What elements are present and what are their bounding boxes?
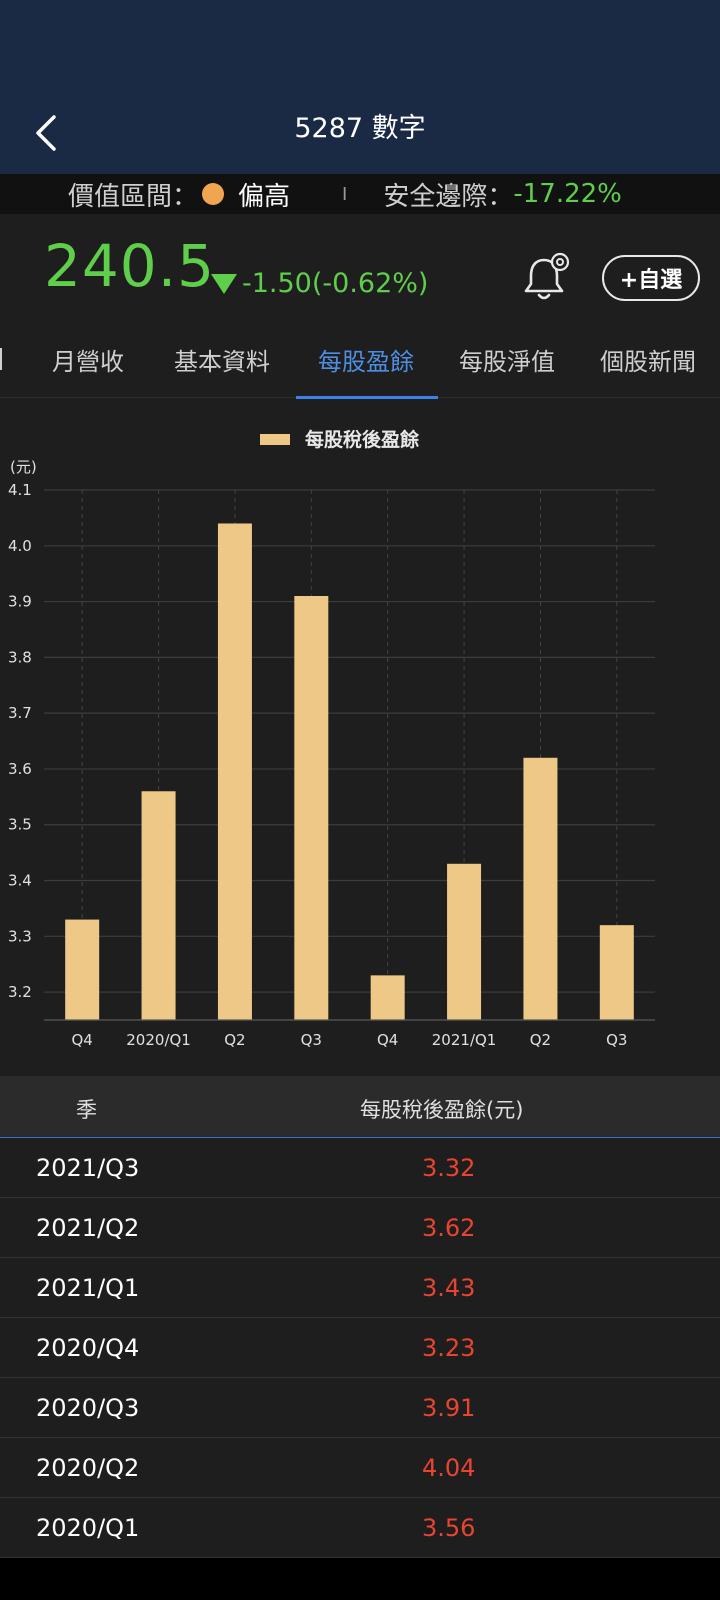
value-range-label: 價值區間：: [68, 181, 199, 212]
table-header: 季 每股稅後盈餘(元): [0, 1076, 720, 1138]
legend-label: 每股稅後盈餘: [305, 428, 420, 451]
y-axis-unit-label: (元): [10, 458, 37, 476]
cell-eps: 3.43: [422, 1274, 476, 1302]
cell-season: 2020/Q4: [36, 1334, 140, 1362]
x-tick-label: Q3: [301, 1031, 322, 1049]
back-button[interactable]: [22, 108, 72, 158]
tab-bar: 月營收 基本資料 每股盈餘 每股淨值 個股新聞: [0, 312, 720, 399]
column-header-season: 季: [76, 1098, 97, 1122]
nav-header: 5287 數字: [0, 100, 720, 174]
eps-chart: 每股稅後盈餘 (元) 4.1 4.0 3.9 3.8 3.7 3.6 3.5 3.4 3.3 3.…: [0, 400, 720, 1076]
y-tick-label: 3.6: [8, 760, 32, 778]
value-level-dot-icon: [202, 183, 225, 205]
bar: [370, 975, 405, 1020]
bar: [599, 925, 634, 1020]
safety-margin-label: 安全邊際：: [383, 181, 514, 212]
eps-bar-chart: 每股稅後盈餘 (元) 4.1 4.0 3.9 3.8 3.7 3.6 3.5 3.4 3.3 3.…: [8, 428, 655, 1049]
y-tick-label: 3.7: [8, 704, 32, 722]
cell-season: 2020/Q2: [36, 1454, 140, 1482]
cell-season: 2020/Q1: [36, 1514, 140, 1542]
value-strip: 價值區間： 偏高 I 安全邊際： -17.22%: [0, 174, 720, 214]
bar: [447, 863, 482, 1020]
cell-eps: 3.32: [422, 1154, 476, 1182]
table-row: 2021/Q2 3.62: [0, 1198, 720, 1258]
tab-eps[interactable]: 每股盈餘: [318, 342, 414, 377]
bar: [65, 919, 100, 1020]
strip-divider: I: [342, 183, 348, 205]
tab-basic-info[interactable]: 基本資料: [174, 342, 270, 377]
chart-plot: 4.1 4.0 3.9 3.8 3.7 3.6 3.5 3.4 3.3 3.2 Q4 2020/Q1 Q…: [8, 481, 655, 1049]
table-row: 2020/Q1 3.56: [0, 1498, 720, 1558]
x-tick-label: Q2: [530, 1031, 551, 1049]
x-tick-label: 2020/Q1: [126, 1031, 191, 1049]
cell-eps: 4.04: [422, 1454, 476, 1482]
status-bar: [0, 0, 720, 100]
bar: [217, 523, 252, 1020]
x-tick-label: Q3: [606, 1031, 627, 1049]
cell-season: 2021/Q3: [36, 1154, 140, 1182]
cell-eps: 3.91: [422, 1394, 476, 1422]
table-row: 2020/Q2 4.04: [0, 1438, 720, 1498]
table-row: 2021/Q1 3.43: [0, 1258, 720, 1318]
safety-margin-value: -17.22%: [513, 179, 622, 209]
tab-scroll-edge: [0, 348, 2, 370]
price-down-icon: [211, 274, 237, 294]
y-tick-label: 3.9: [8, 593, 32, 611]
bar: [141, 791, 176, 1020]
y-tick-label: 3.4: [8, 872, 32, 890]
table-row: 2020/Q3 3.91: [0, 1378, 720, 1438]
tab-monthly-revenue[interactable]: 月營收: [52, 342, 124, 377]
price-change: -1.50(-0.62%): [242, 268, 429, 299]
value-range-level: 偏高: [238, 181, 291, 212]
bar: [294, 596, 329, 1020]
back-arrow-icon: [36, 115, 56, 151]
table-row: 2020/Q4 3.23: [0, 1318, 720, 1378]
cell-eps: 3.23: [422, 1334, 476, 1362]
x-tick-label: Q4: [72, 1031, 93, 1049]
system-nav-bar: [0, 1558, 720, 1600]
cell-season: 2021/Q1: [36, 1274, 140, 1302]
x-tick-label: Q4: [377, 1031, 398, 1049]
alert-settings-button[interactable]: [520, 250, 576, 306]
column-header-eps: 每股稅後盈餘(元): [360, 1098, 524, 1122]
eps-table: 2021/Q3 3.32 2021/Q2 3.62 2021/Q1 3.43 2…: [0, 1138, 720, 1558]
table-row: 2021/Q3 3.32: [0, 1138, 720, 1198]
bar: [523, 757, 558, 1020]
stock-price: 240.5: [44, 232, 216, 300]
y-tick-label: 4.1: [8, 481, 32, 499]
y-tick-label: 3.8: [8, 648, 32, 666]
tab-stock-news[interactable]: 個股新聞: [600, 342, 696, 377]
y-tick-label: 3.2: [8, 983, 32, 1001]
active-tab-indicator: [296, 396, 438, 399]
y-tick-label: 3.3: [8, 927, 32, 945]
quote-area: 240.5 -1.50(-0.62%) +自選: [0, 214, 720, 312]
page-title: 5287 數字: [294, 113, 426, 144]
cell-eps: 3.62: [422, 1214, 476, 1242]
add-watchlist-button[interactable]: +自選: [602, 255, 700, 301]
bell-gear-icon: [524, 252, 570, 300]
x-tick-label: 2021/Q1: [432, 1031, 497, 1049]
cell-season: 2020/Q3: [36, 1394, 140, 1422]
cell-season: 2021/Q2: [36, 1214, 140, 1242]
y-tick-label: 3.5: [8, 816, 32, 834]
tab-nav-per-share[interactable]: 每股淨值: [459, 342, 555, 377]
y-tick-label: 4.0: [8, 537, 32, 555]
cell-eps: 3.56: [422, 1514, 476, 1542]
legend-swatch: [260, 434, 290, 445]
x-tick-label: Q2: [224, 1031, 245, 1049]
